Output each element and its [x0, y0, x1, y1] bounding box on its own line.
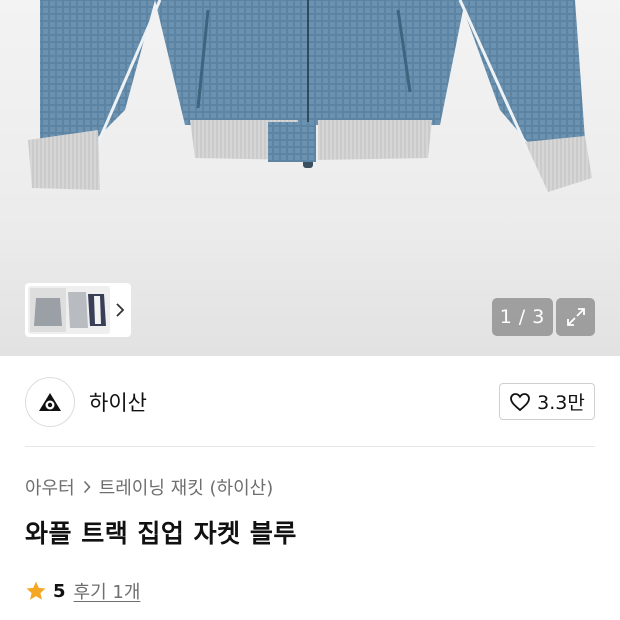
chevron-right-icon[interactable] — [110, 286, 130, 334]
expand-button[interactable] — [556, 298, 595, 336]
product-title: 와플 트랙 집업 자켓 블루 — [25, 519, 297, 548]
seller-info[interactable]: 하이산 — [25, 376, 147, 428]
reviews-link[interactable]: 후기 1개 — [74, 578, 141, 604]
breadcrumb: 아우터 트레이닝 재킷 (하이산) — [25, 474, 273, 500]
seller-logo-icon — [39, 393, 61, 411]
heart-icon — [510, 392, 531, 411]
star-icon — [26, 581, 46, 600]
expand-icon — [566, 308, 585, 326]
like-button[interactable]: 3.3만 — [499, 383, 595, 420]
seller-name[interactable]: 하이산 — [89, 387, 147, 417]
rating: 5 후기 1개 — [25, 578, 140, 604]
like-count: 3.3만 — [537, 392, 585, 414]
product-image-gallery[interactable]: 1 / 3 — [0, 0, 620, 356]
image-counter: 1 / 3 — [492, 298, 553, 336]
image-counter-separator: / — [518, 306, 527, 328]
image-counter-current: 1 — [499, 306, 513, 328]
thumbnail-strip[interactable] — [25, 283, 131, 337]
divider — [25, 446, 595, 447]
image-counter-total: 3 — [532, 306, 546, 328]
thumbnail-images[interactable] — [28, 286, 110, 334]
seller-logo[interactable] — [25, 377, 75, 427]
breadcrumb-subcategory[interactable]: 트레이닝 재킷 (하이산) — [99, 474, 274, 500]
breadcrumb-category[interactable]: 아우터 — [25, 474, 75, 500]
rating-score: 5 — [53, 580, 66, 602]
chevron-right-icon — [83, 480, 91, 494]
